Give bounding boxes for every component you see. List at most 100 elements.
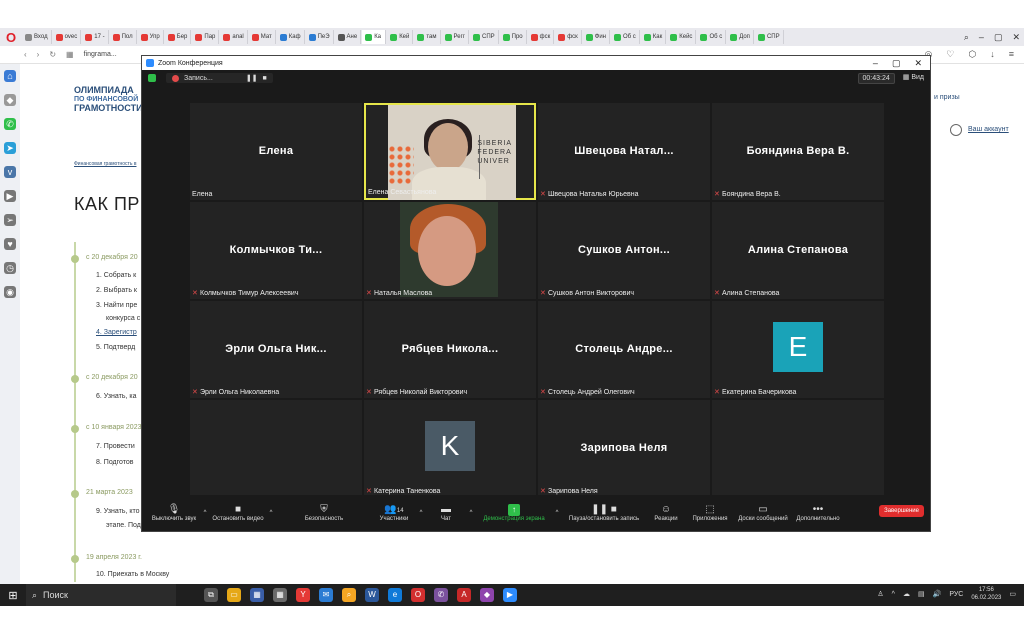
stop-video-button[interactable]: ■ Остановить видео [210, 498, 266, 528]
stop-recording-icon[interactable]: ■ [263, 75, 267, 82]
timeline-step[interactable]: 4. Зарегистр [96, 329, 137, 336]
opera-icon[interactable]: O [411, 588, 425, 602]
cloud-icon[interactable]: ☁ [903, 590, 910, 598]
browser-tab[interactable]: 17 - [82, 30, 109, 44]
store-icon[interactable]: ▦ [250, 588, 264, 602]
participant-tile[interactable]: Зарипова Неля ✕ Зарипова Неля [538, 400, 710, 497]
minimize-icon[interactable]: – [979, 32, 984, 42]
reactions-button[interactable]: ☺ Реакции [646, 498, 686, 528]
participant-tile[interactable]: SIBERIA FEDERA UNIVER Елена Севастьянова [364, 103, 536, 200]
olympiad-logo[interactable]: ОЛИМПИАДА ПО ФИНАНСОВОЙ ГРАМОТНОСТИ [74, 86, 143, 113]
participant-tile[interactable]: ✕ Наталья Маслова [364, 202, 536, 299]
pin-icon[interactable]: ◆ [4, 94, 16, 106]
participant-tile[interactable]: Рябцев Никола... ✕ Рябцев Николай Викторов… [364, 301, 536, 398]
bulb-icon[interactable]: ◉ [4, 286, 16, 298]
share-screen-button[interactable]: ↑ Демонстрация экрана [476, 498, 552, 528]
telegram-icon[interactable]: ➤ [4, 142, 16, 154]
browser-tab[interactable]: Об с [611, 30, 640, 44]
participant-tile[interactable]: Швецова Натал... ✕ Швецова Наталья Юрьевна [538, 103, 710, 200]
windows-start-icon[interactable]: ⊞ [0, 589, 26, 602]
back-icon[interactable]: ‹ [24, 50, 27, 59]
language-indicator[interactable]: РУС [949, 591, 963, 598]
browser-tab[interactable]: Упр [138, 30, 164, 44]
forward-icon[interactable]: › [37, 50, 40, 59]
encryption-shield-icon[interactable] [148, 74, 156, 82]
file-explorer-icon[interactable]: ▭ [227, 588, 241, 602]
participant-tile[interactable]: Алина Степанова ✕ Алина Степанова [712, 202, 884, 299]
search-app-icon[interactable]: ⌕ [342, 588, 356, 602]
vk-icon[interactable]: v [4, 166, 16, 178]
close-icon[interactable]: ✕ [1012, 32, 1020, 43]
apps-button[interactable]: ⬚ Приложения [686, 498, 734, 528]
audio-options-chevron-icon[interactable]: ^ [200, 498, 210, 528]
participant-tile[interactable]: Сушков Антон... ✕ Сушков Антон Викторович [538, 202, 710, 299]
person-icon[interactable]: ♙ [877, 590, 883, 598]
browser-tab[interactable]: Мат [249, 30, 276, 44]
pdf-icon[interactable]: A [457, 588, 471, 602]
reload-icon[interactable]: ↻ [49, 50, 56, 59]
browser-tab[interactable]: Кей [387, 30, 414, 44]
participant-tile[interactable]: E ✕ Екатерина Бачерикова [712, 301, 884, 398]
user-icon[interactable] [950, 124, 962, 136]
browser-tab[interactable]: Пол [110, 30, 137, 44]
calendar-icon[interactable]: ▦ [273, 588, 287, 602]
security-button[interactable]: ⛨ Безопасность [276, 498, 372, 528]
participant-tile[interactable]: Столець Андре... ✕ Столець Андрей Олегович [538, 301, 710, 398]
browser-tab[interactable]: Бер [165, 30, 192, 44]
extensions-icon[interactable]: ⬡ [968, 49, 976, 60]
zoom-taskbar-icon[interactable]: ▶ [503, 588, 517, 602]
notifications-icon[interactable]: ▭ [1009, 590, 1016, 598]
breadcrumb[interactable]: Финансовая грамотность в [74, 161, 136, 167]
browser-tab[interactable]: Вход [22, 30, 52, 44]
task-view-icon[interactable]: ⧉ [204, 588, 218, 602]
clock[interactable]: 17:56 06.02.2023 [971, 586, 1001, 602]
edge-icon[interactable]: e [388, 588, 402, 602]
maximize-icon[interactable]: ▢ [994, 32, 1003, 43]
participant-tile[interactable]: Эрли Ольга Ник... ✕ Эрли Ольга Николаевна [190, 301, 362, 398]
maximize-icon[interactable]: ▢ [892, 58, 901, 69]
prizes-link[interactable]: и призы [934, 94, 960, 101]
viber-icon[interactable]: ✆ [434, 588, 448, 602]
word-icon[interactable]: W [365, 588, 379, 602]
history-icon[interactable]: ◷ [4, 262, 16, 274]
whiteboards-button[interactable]: ▭ Доски сообщений [734, 498, 792, 528]
browser-tab[interactable]: ovec [53, 30, 82, 44]
browser-tab[interactable]: СПР [755, 30, 784, 44]
end-meeting-button[interactable]: Завершение [879, 505, 924, 517]
volume-icon[interactable]: 🔊 [933, 590, 942, 598]
browser-tab[interactable]: Как [641, 30, 667, 44]
browser-tab[interactable]: Ане [335, 30, 362, 44]
opera-logo-icon[interactable]: O [0, 28, 22, 46]
chat-chevron-icon[interactable]: ^ [466, 498, 476, 528]
tray-chevron-icon[interactable]: ^ [892, 591, 895, 598]
share-chevron-icon[interactable]: ^ [552, 498, 562, 528]
pause-stop-record-button[interactable]: ❚❚ ■ Пауза/остановить запись [562, 498, 646, 528]
browser-tab[interactable]: Кейс [667, 30, 697, 44]
browser-tab[interactable]: Фин [583, 30, 610, 44]
video-options-chevron-icon[interactable]: ^ [266, 498, 276, 528]
view-button[interactable]: ▦ Вид [903, 73, 924, 84]
url-field[interactable]: fingrama... [84, 51, 117, 58]
network-icon[interactable]: ▤ [918, 590, 925, 598]
participant-tile[interactable]: K ✕ Катерина Таненкова [364, 400, 536, 497]
browser-tab[interactable]: фск [528, 30, 555, 44]
app-icon[interactable]: ◆ [480, 588, 494, 602]
chat-button[interactable]: ▬ Чат [426, 498, 466, 528]
close-icon[interactable]: ✕ [914, 58, 922, 69]
browser-tab[interactable]: Пар [192, 30, 220, 44]
browser-tab[interactable]: фск [555, 30, 582, 44]
browser-tab[interactable]: Об с [697, 30, 727, 44]
search-tabs-icon[interactable]: ⌕ [964, 32, 969, 43]
mail-icon[interactable]: ✉ [319, 588, 333, 602]
yandex-browser-icon[interactable]: Y [296, 588, 310, 602]
browser-tab[interactable]: anal [220, 30, 248, 44]
participant-tile[interactable]: Бояндина Вера В. ✕ Бояндина Вера В. [712, 103, 884, 200]
browser-tab[interactable]: Доп [727, 30, 754, 44]
participant-tile[interactable]: Колмычков Ти... ✕ Колмычков Тимур Алексеев… [190, 202, 362, 299]
pause-recording-icon[interactable]: ❚❚ [246, 74, 258, 82]
browser-tab[interactable]: Каф [277, 30, 305, 44]
participant-tile[interactable]: Елена Елена [190, 103, 362, 200]
browser-tab[interactable]: Про [500, 30, 527, 44]
account-link[interactable]: Ваш аккаунт [968, 126, 1009, 133]
participants-button[interactable]: 👥14 Участники [372, 498, 416, 528]
